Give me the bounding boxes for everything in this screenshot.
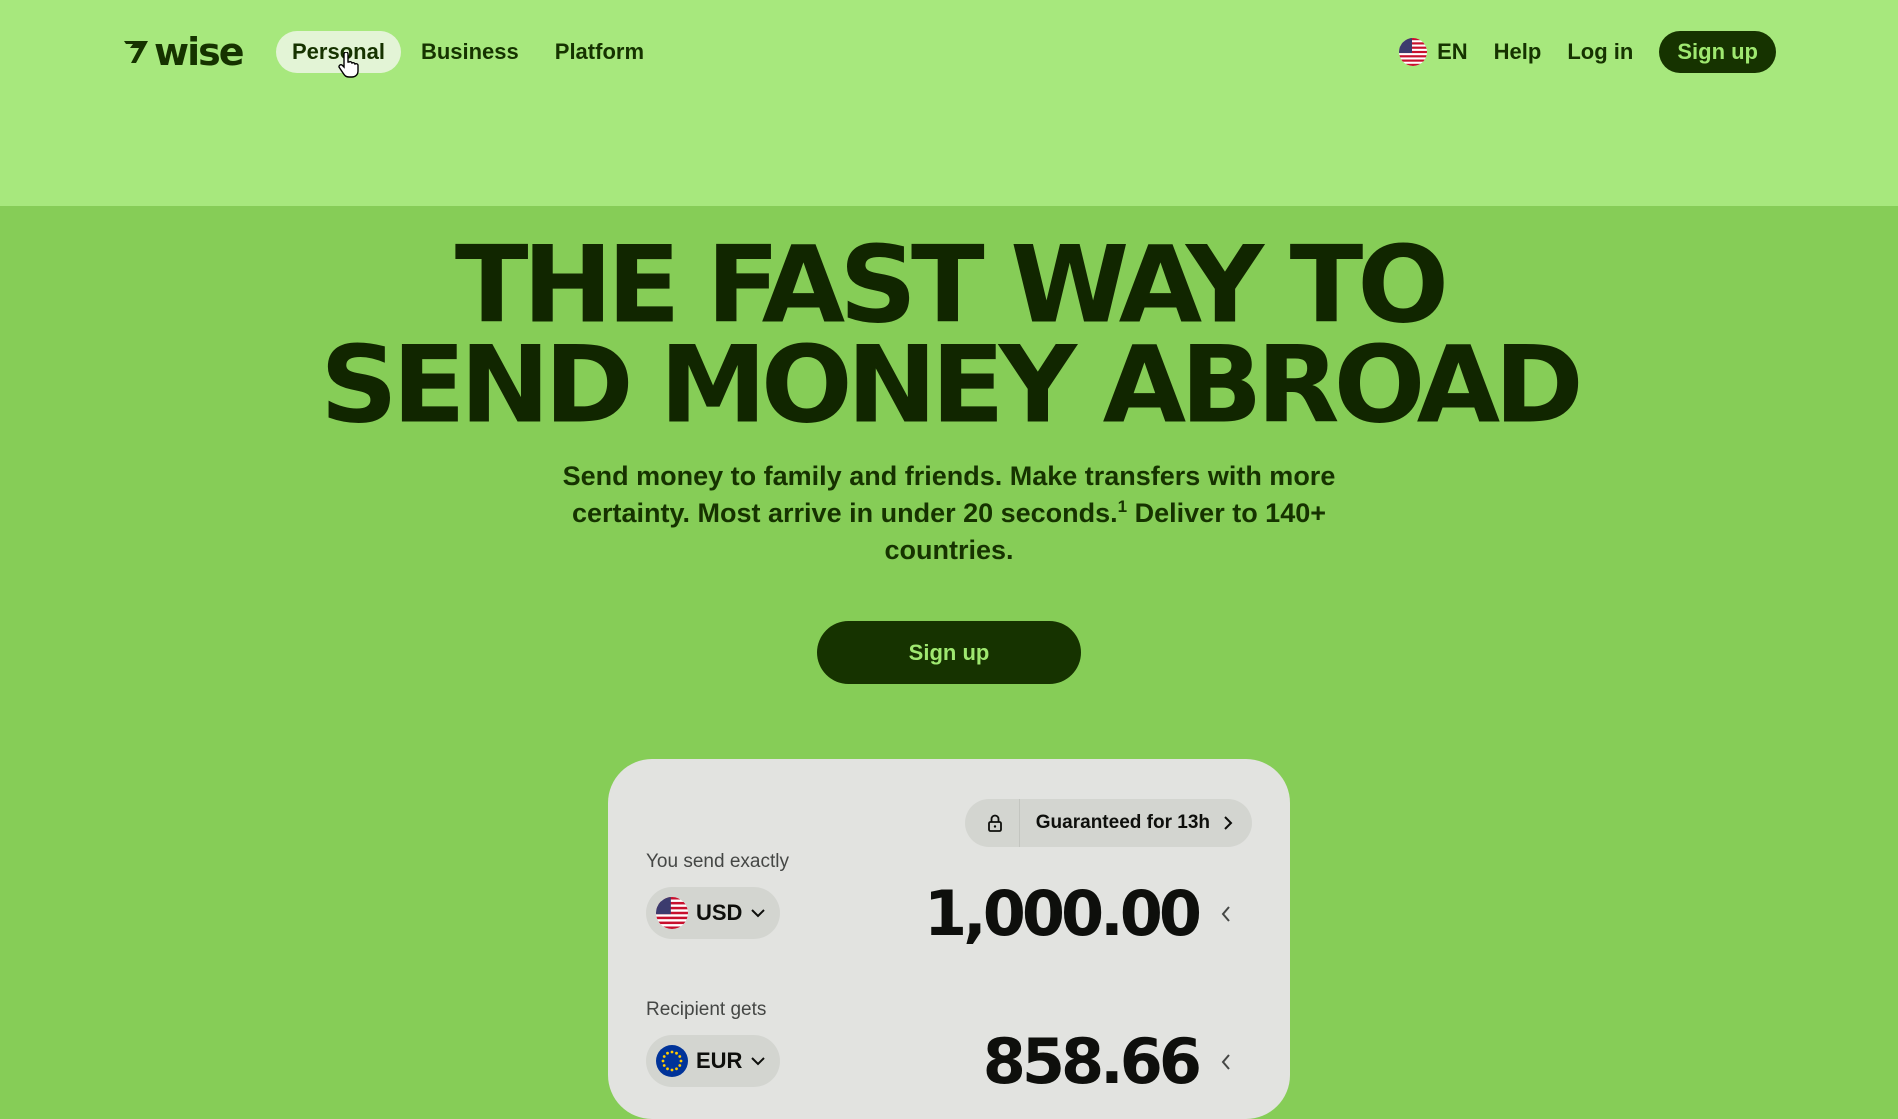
send-amount-input[interactable]: 1,000.00 xyxy=(924,883,1202,945)
us-flag-icon xyxy=(656,897,688,929)
hand-cursor-icon xyxy=(338,52,359,78)
footnote-marker[interactable]: 1 xyxy=(1118,497,1127,516)
transfer-calculator: Guaranteed for 13h You send exactly USD … xyxy=(608,759,1290,1119)
guarantee-divider xyxy=(1018,799,1020,847)
rate-guarantee-button[interactable]: Guaranteed for 13h xyxy=(964,799,1252,847)
hero-signup-button[interactable]: Sign up xyxy=(817,621,1081,684)
receive-amount-label: Recipient gets xyxy=(646,999,767,1020)
nav-business[interactable]: Business xyxy=(405,31,535,73)
receive-amount-input[interactable]: 858.66 xyxy=(983,1031,1202,1093)
chevron-down-icon xyxy=(751,909,766,918)
chevron-left-icon xyxy=(1221,906,1230,922)
signup-nav-button[interactable]: Sign up xyxy=(1659,31,1776,73)
send-currency-code: USD xyxy=(696,900,743,925)
chevron-down-icon xyxy=(751,1057,766,1066)
chevron-right-icon xyxy=(1224,816,1233,830)
top-navigation: wise Personal Business Platform EN Help … xyxy=(0,0,1898,104)
hero-title-line-1: THE FAST WAY TO xyxy=(454,224,1449,347)
send-currency-selector[interactable]: USD xyxy=(646,887,781,939)
chevron-left-icon xyxy=(1221,1054,1230,1070)
hero-subtitle: Send money to family and friends. Make t… xyxy=(549,458,1349,569)
lock-icon xyxy=(987,814,1002,832)
secondary-nav: EN Help Log in Sign up xyxy=(1399,31,1776,73)
eu-flag-icon xyxy=(656,1045,688,1077)
wise-flag-icon xyxy=(124,41,148,63)
language-label: EN xyxy=(1437,39,1468,64)
help-link[interactable]: Help xyxy=(1494,39,1542,65)
logo-wordmark: wise xyxy=(154,30,245,74)
guarantee-label: Guaranteed for 13h xyxy=(1035,812,1210,833)
nav-platform[interactable]: Platform xyxy=(539,31,660,73)
receive-currency-code: EUR xyxy=(696,1048,743,1073)
primary-nav: Personal Business Platform xyxy=(276,31,660,73)
us-flag-icon xyxy=(1399,38,1428,66)
receive-currency-selector[interactable]: EUR xyxy=(646,1035,781,1087)
login-link[interactable]: Log in xyxy=(1567,39,1633,65)
send-amount-label: You send exactly xyxy=(646,851,789,872)
hero-title: THE FAST WAY TO SEND MONEY ABROAD xyxy=(0,224,1898,447)
language-selector[interactable]: EN xyxy=(1399,38,1468,66)
wise-logo[interactable]: wise xyxy=(122,30,245,74)
hero-title-line-2: SEND MONEY ABROAD xyxy=(320,324,1584,447)
